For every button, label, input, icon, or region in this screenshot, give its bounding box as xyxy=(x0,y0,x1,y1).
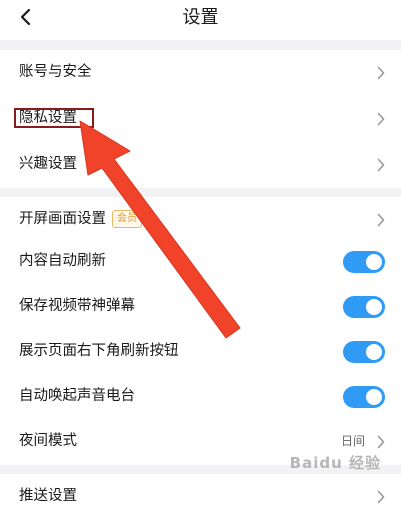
toggle-knob xyxy=(366,389,382,405)
toggle-knob xyxy=(366,344,382,360)
settings-row-splash-screen[interactable]: 开屏画面设置 会员 xyxy=(0,197,401,243)
settings-row-account-security[interactable]: 账号与安全 xyxy=(0,50,401,96)
page-title: 设置 xyxy=(182,7,219,28)
show-refresh-button-toggle[interactable] xyxy=(343,341,385,363)
chevron-right-icon xyxy=(377,435,385,449)
header-bar: 设置 xyxy=(0,0,401,40)
section-divider xyxy=(0,465,401,474)
chevron-right-icon xyxy=(377,66,385,80)
settings-row-show-refresh-button: 展示页面右下角刷新按钮 xyxy=(0,329,401,375)
settings-row-save-video-danmaku: 保存视频带神弹幕 xyxy=(0,284,401,330)
settings-row-interests[interactable]: 兴趣设置 xyxy=(0,142,401,188)
section-divider xyxy=(0,188,401,197)
section-divider xyxy=(0,40,401,50)
save-video-danmaku-toggle[interactable] xyxy=(343,296,385,318)
settings-row-night-mode[interactable]: 夜间模式 日间 xyxy=(0,419,401,465)
settings-row-label: 自动唤起声音电台 xyxy=(19,388,135,404)
toggle-knob xyxy=(366,299,382,315)
settings-row-label: 夜间模式 xyxy=(19,433,77,449)
settings-row-push[interactable]: 推送设置 xyxy=(0,474,401,520)
settings-row-label: 隐私设置 xyxy=(19,110,77,126)
settings-row-label: 兴趣设置 xyxy=(19,156,77,172)
chevron-right-icon xyxy=(377,112,385,126)
vip-badge: 会员 xyxy=(112,210,142,228)
chevron-right-icon xyxy=(377,213,385,227)
toggle-knob xyxy=(366,254,382,270)
settings-row-label: 账号与安全 xyxy=(19,64,92,80)
settings-row-label: 保存视频带神弹幕 xyxy=(19,298,135,314)
chevron-right-icon xyxy=(377,158,385,172)
settings-row-privacy[interactable]: 隐私设置 xyxy=(0,96,401,142)
auto-refresh-toggle[interactable] xyxy=(343,251,385,273)
chevron-right-icon xyxy=(377,490,385,504)
settings-row-label: 内容自动刷新 xyxy=(19,253,106,269)
settings-row-label: 推送设置 xyxy=(19,488,77,504)
auto-wake-radio-toggle[interactable] xyxy=(343,386,385,408)
settings-row-auto-wake-radio: 自动唤起声音电台 xyxy=(0,374,401,420)
settings-row-label: 展示页面右下角刷新按钮 xyxy=(19,343,179,359)
settings-row-auto-refresh: 内容自动刷新 xyxy=(0,239,401,285)
settings-row-label: 开屏画面设置 xyxy=(19,211,106,227)
night-mode-value: 日间 xyxy=(340,434,365,448)
